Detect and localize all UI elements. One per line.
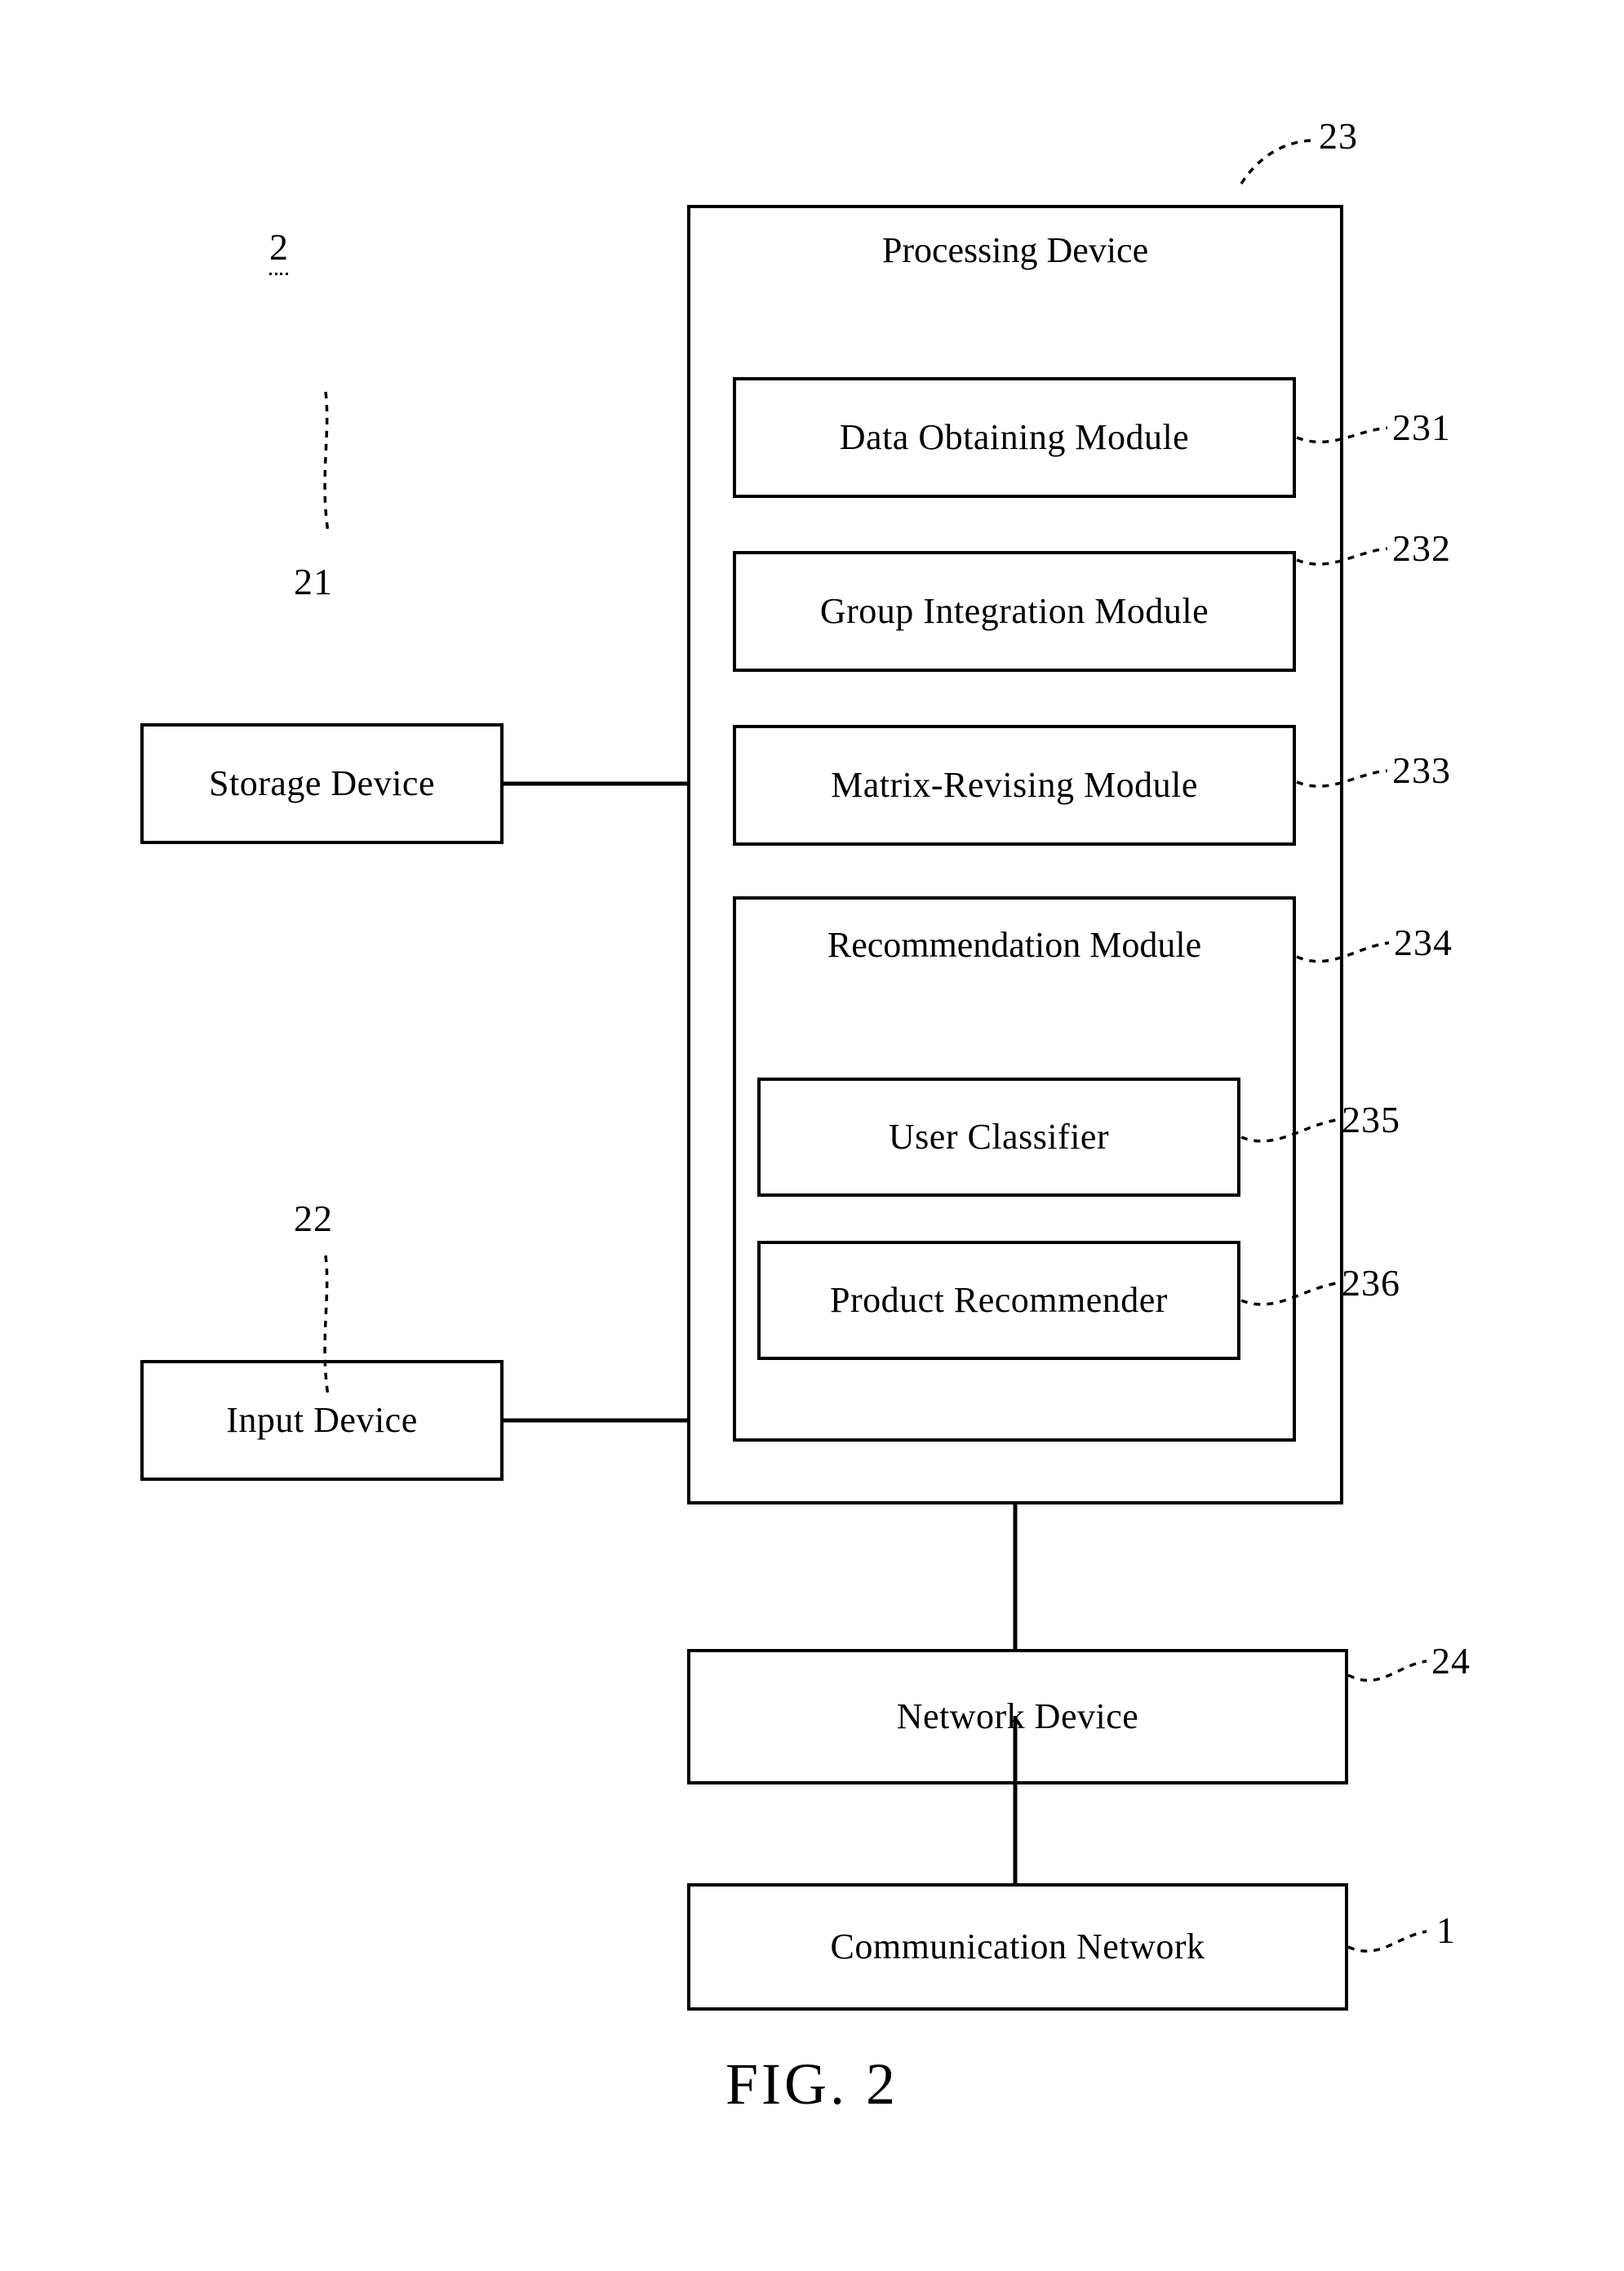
input-device-box: Input Device bbox=[140, 1360, 504, 1481]
reference-number-231: 231 bbox=[1392, 407, 1451, 448]
figure-caption: FIG. 2 bbox=[725, 2051, 899, 2117]
communication-network-label: Communication Network bbox=[830, 1926, 1205, 1967]
leader-line-1 bbox=[1347, 1930, 1427, 1953]
input-device-label: Input Device bbox=[226, 1399, 418, 1440]
group-integration-module-box: Group Integration Module bbox=[733, 551, 1296, 672]
data-obtaining-module-label: Data Obtaining Module bbox=[839, 416, 1190, 457]
leader-line-24 bbox=[1347, 1660, 1427, 1682]
patent-figure-page: 2 Processing Device Data Obtaining Modul… bbox=[0, 0, 1624, 2271]
leader-line-21 bbox=[323, 391, 330, 533]
system-reference-label: 2 bbox=[269, 225, 288, 275]
reference-number-235: 235 bbox=[1342, 1099, 1400, 1140]
reference-number-236: 236 bbox=[1342, 1262, 1400, 1304]
user-classifier-label: User Classifier bbox=[888, 1116, 1110, 1157]
reference-number-22: 22 bbox=[294, 1198, 333, 1239]
leader-line-23 bbox=[1240, 139, 1316, 184]
reference-number-21: 21 bbox=[294, 561, 333, 602]
user-classifier-box: User Classifier bbox=[757, 1078, 1240, 1197]
matrix-revising-module-label: Matrix-Revising Module bbox=[831, 764, 1198, 805]
group-integration-module-label: Group Integration Module bbox=[819, 590, 1209, 631]
storage-device-box: Storage Device bbox=[140, 723, 504, 844]
network-device-label: Network Device bbox=[896, 1695, 1139, 1736]
product-recommender-label: Product Recommender bbox=[830, 1279, 1168, 1320]
communication-network-box: Communication Network bbox=[687, 1883, 1348, 2011]
reference-number-24: 24 bbox=[1431, 1640, 1471, 1682]
storage-device-label: Storage Device bbox=[209, 762, 435, 803]
matrix-revising-module-box: Matrix-Revising Module bbox=[733, 725, 1296, 846]
reference-number-234: 234 bbox=[1394, 922, 1453, 963]
recommendation-module-label: Recommendation Module bbox=[827, 925, 1202, 965]
reference-number-1: 1 bbox=[1436, 1909, 1456, 1951]
reference-number-233: 233 bbox=[1392, 749, 1451, 791]
data-obtaining-module-box: Data Obtaining Module bbox=[733, 377, 1296, 498]
product-recommender-box: Product Recommender bbox=[757, 1241, 1240, 1360]
network-device-box: Network Device bbox=[687, 1649, 1348, 1784]
reference-number-23: 23 bbox=[1319, 115, 1358, 157]
processing-device-title: Processing Device bbox=[881, 230, 1149, 270]
reference-number-232: 232 bbox=[1392, 527, 1451, 569]
